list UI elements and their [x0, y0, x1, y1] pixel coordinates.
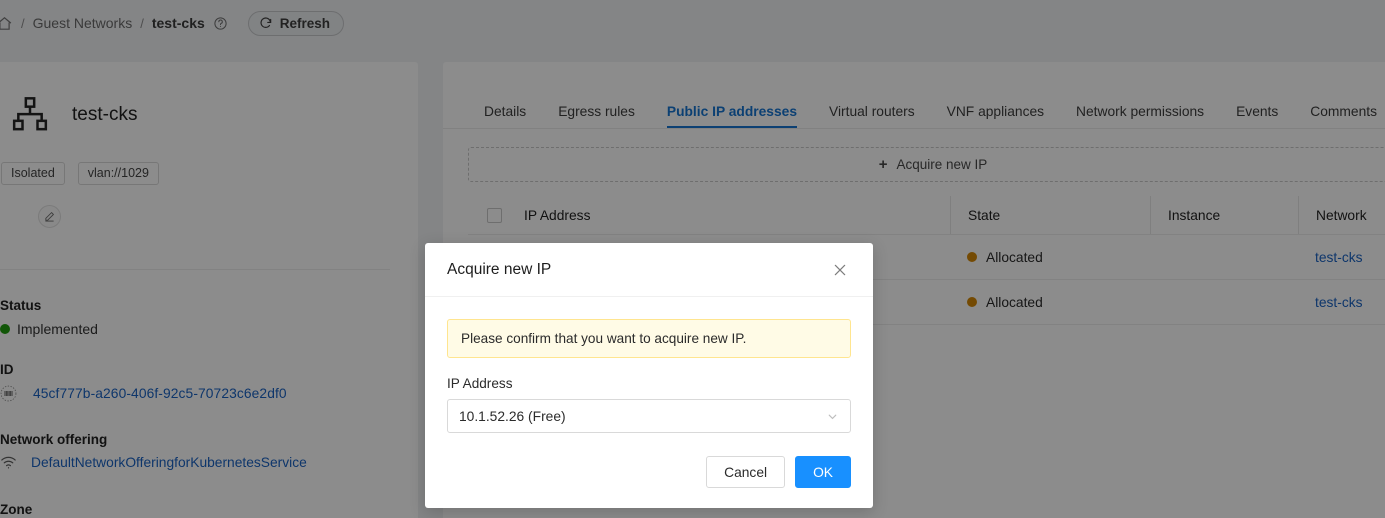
cancel-button[interactable]: Cancel: [706, 456, 785, 488]
dialog-body: Please confirm that you want to acquire …: [425, 297, 873, 433]
ip-address-field-label: IP Address: [447, 376, 851, 391]
close-icon[interactable]: [829, 259, 851, 281]
ip-address-select-value: 10.1.52.26 (Free): [459, 409, 566, 424]
ok-button[interactable]: OK: [795, 456, 851, 488]
dialog-header: Acquire new IP: [425, 243, 873, 297]
dialog-title: Acquire new IP: [447, 261, 551, 279]
confirm-alert: Please confirm that you want to acquire …: [447, 319, 851, 358]
ip-address-select[interactable]: 10.1.52.26 (Free): [447, 399, 851, 433]
dialog-footer: Cancel OK: [425, 444, 873, 508]
page-root: / Guest Networks / test-cks Refresh: [0, 0, 1385, 518]
chevron-down-icon: [826, 410, 839, 423]
acquire-new-ip-dialog: Acquire new IP Please confirm that you w…: [425, 243, 873, 508]
